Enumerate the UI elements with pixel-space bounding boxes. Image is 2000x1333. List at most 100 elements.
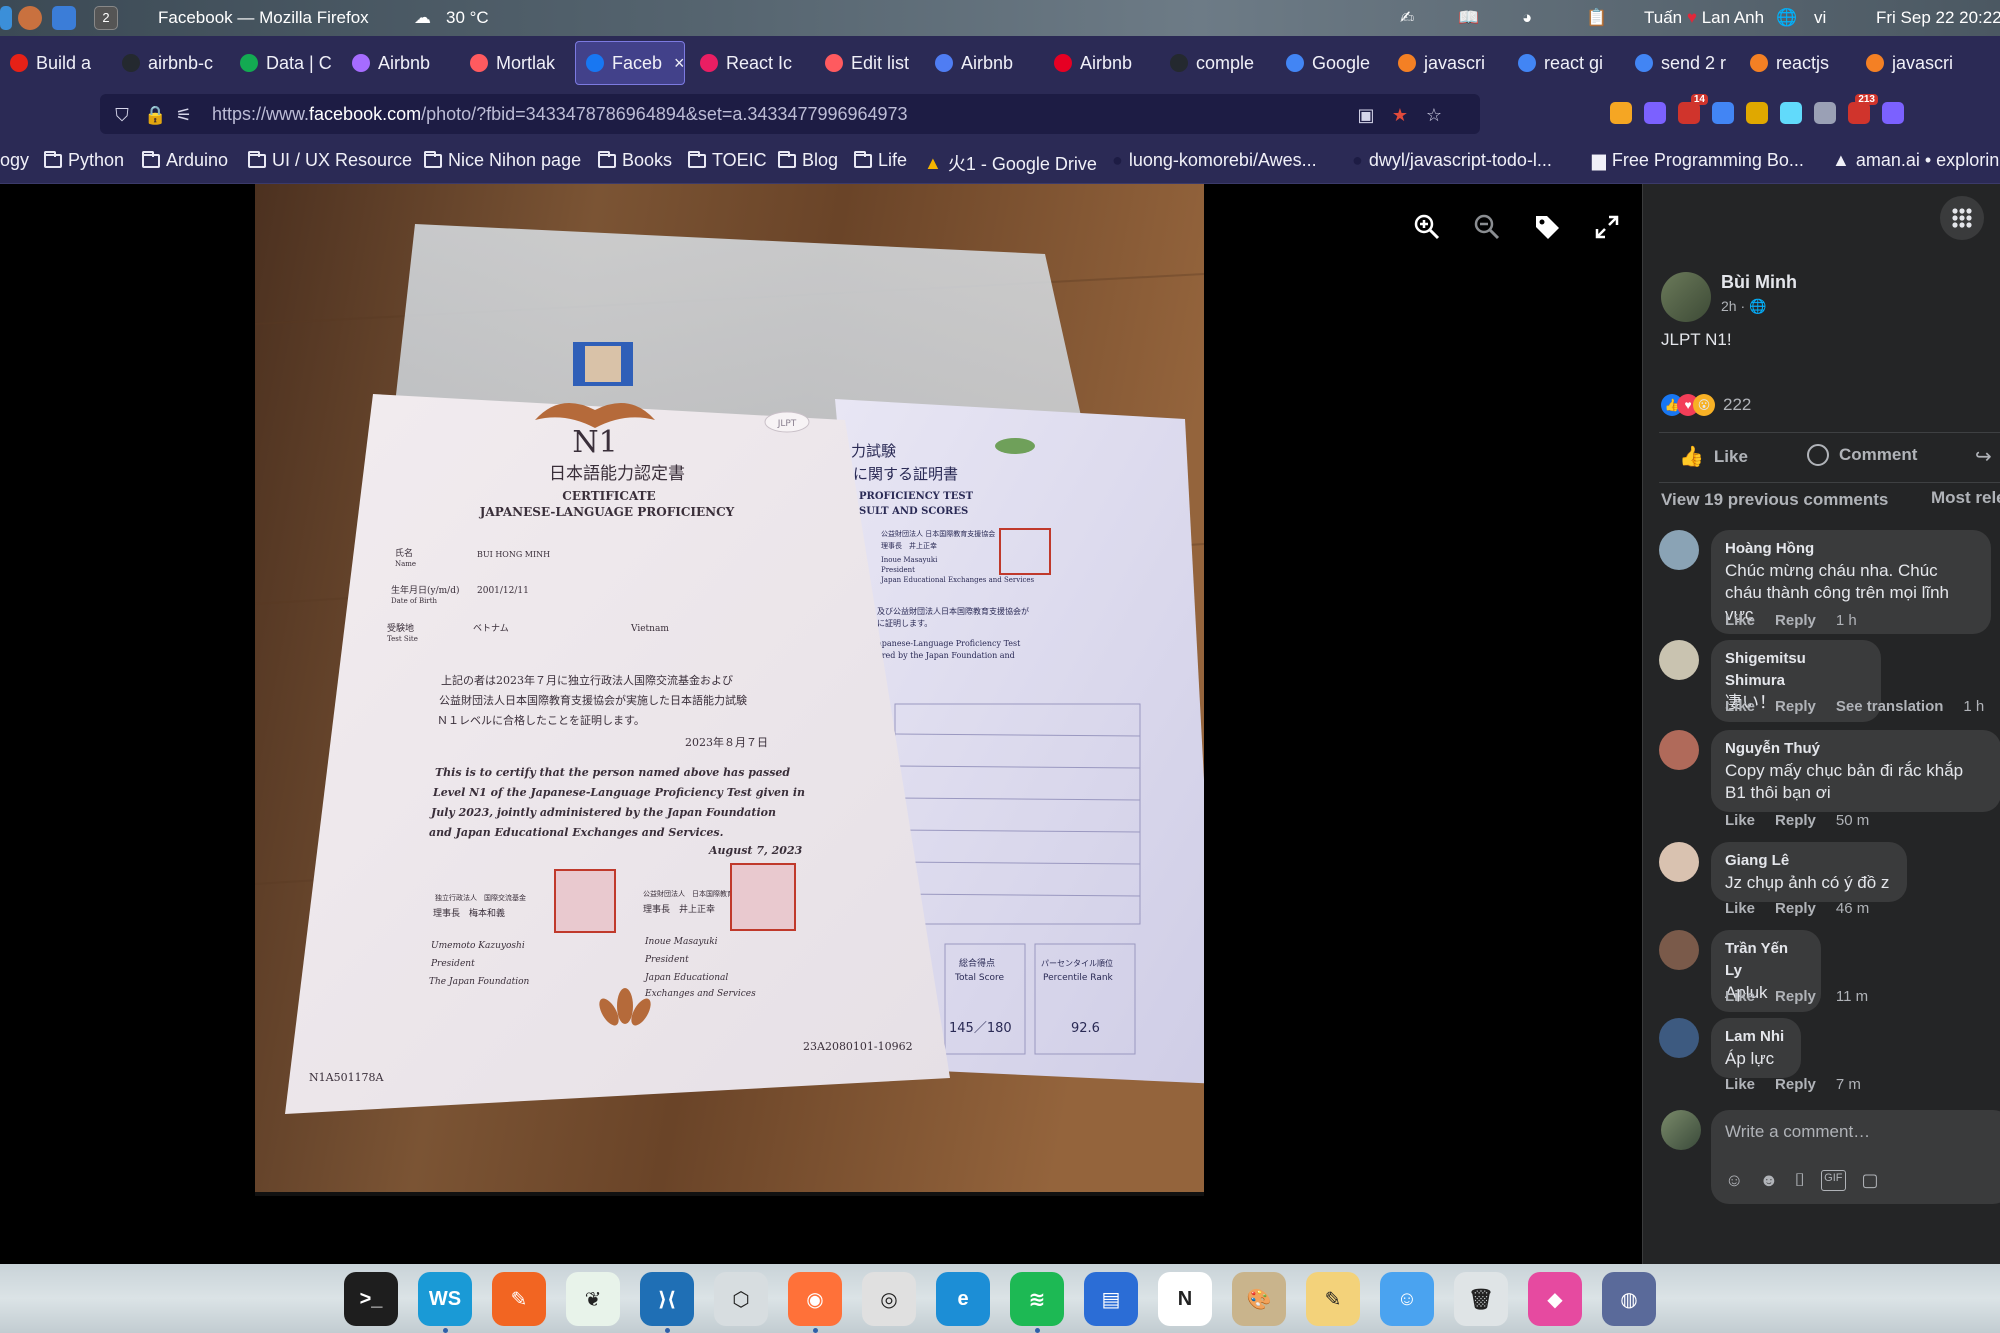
fullscreen-icon[interactable] <box>1592 212 1622 242</box>
tag-icon[interactable] <box>1532 212 1562 242</box>
cube-app[interactable]: ⬡ <box>714 1272 768 1326</box>
edge-app[interactable]: e <box>936 1272 990 1326</box>
commenter-name[interactable]: Lam Nhi <box>1725 1026 1787 1048</box>
clock[interactable]: Fri Sep 22 20:22 <box>1876 8 2000 28</box>
gif-icon[interactable]: GIF <box>1821 1170 1846 1191</box>
app-icon[interactable] <box>0 6 12 30</box>
pen-icon[interactable]: ✍ <box>1400 8 1414 28</box>
tab-close-icon[interactable]: × <box>674 53 684 74</box>
bookmark-item[interactable]: ● luong-komorebi/Awes... <box>1112 150 1317 171</box>
puzzle-icon[interactable] <box>1882 102 1904 124</box>
comment-sort-dropdown[interactable]: Most rele <box>1931 488 2000 508</box>
tab-8[interactable]: Airbnb <box>925 41 1039 85</box>
reader-view-icon[interactable]: ▣ <box>1356 105 1376 125</box>
tray-app-icon[interactable]: ◕ <box>1522 8 1532 28</box>
tab-1[interactable]: airbnb-c <box>112 41 224 85</box>
comment-reply-button[interactable]: Reply <box>1775 812 1816 829</box>
shield-icon[interactable]: ⛉ <box>112 105 132 125</box>
pocket-icon[interactable]: ★ <box>1390 105 1410 125</box>
post-time[interactable]: 2h · 🌐 <box>1721 298 1766 315</box>
flow-app[interactable]: ◆ <box>1528 1272 1582 1326</box>
comment-time[interactable]: 11 m <box>1836 988 1868 1005</box>
commenter-name[interactable]: Giang Lê <box>1725 850 1893 872</box>
finder-icon[interactable] <box>52 6 76 30</box>
comment-time[interactable]: 50 m <box>1836 812 1869 829</box>
adblock-icon[interactable]: 14 <box>1678 94 1708 124</box>
tab-3[interactable]: Airbnb <box>342 41 454 85</box>
tab-7[interactable]: Edit list <box>815 41 919 85</box>
notion-app[interactable]: N <box>1158 1272 1212 1326</box>
bookmark-item[interactable]: Arduino <box>142 150 228 171</box>
share-icon[interactable]: ↪ <box>1975 444 1992 469</box>
bookmark-item[interactable]: ▲ 火1 - Google Drive <box>924 150 1097 176</box>
bookmark-star-icon[interactable]: ☆ <box>1424 105 1444 125</box>
tab-6[interactable]: React Ic <box>690 41 810 85</box>
comment-like-button[interactable]: Like <box>1725 812 1755 829</box>
comment-time[interactable]: 7 m <box>1836 1076 1861 1093</box>
url-bar[interactable]: ⛉ 🔒 ⚟ https://www.facebook.com/photo/?fb… <box>100 94 1480 134</box>
commenter-avatar[interactable] <box>1659 930 1699 970</box>
comment-reply-button[interactable]: Reply <box>1775 698 1816 715</box>
bookmark-item[interactable]: Books <box>598 150 672 171</box>
user-status[interactable]: Tuấn ♥ Lan Anh <box>1644 8 1764 28</box>
globe-app[interactable]: ◍ <box>1602 1272 1656 1326</box>
h-extension-icon[interactable] <box>1644 102 1666 124</box>
tab-12[interactable]: javascri <box>1388 41 1502 85</box>
bookmark-item[interactable]: TOEIC <box>688 150 767 171</box>
translate-ext-icon[interactable] <box>1712 102 1734 124</box>
clipboard-icon[interactable]: 📋 <box>1586 8 1607 28</box>
tab-2[interactable]: Data | C <box>230 41 336 85</box>
zoom-out-icon[interactable] <box>1472 212 1502 242</box>
pencil-app-icon[interactable] <box>18 6 42 30</box>
chrome-app[interactable]: ◎ <box>862 1272 916 1326</box>
trash-app[interactable]: 🗑 <box>1454 1272 1508 1326</box>
commenter-name[interactable]: Shigemitsu Shimura <box>1725 648 1867 692</box>
x-extension-icon[interactable] <box>1746 102 1768 124</box>
bookmark-item[interactable]: ▲ aman.ai • explorin <box>1832 150 1999 171</box>
tab-16[interactable]: javascri <box>1856 41 1966 85</box>
url-text[interactable]: https://www.facebook.com/photo/?fbid=343… <box>212 104 908 125</box>
comment-time[interactable]: 1 h <box>1836 612 1857 629</box>
vscode-app[interactable]: ⟩⟨ <box>640 1272 694 1326</box>
menu-grid-button[interactable] <box>1940 196 1984 240</box>
react-devtools-icon[interactable] <box>1780 102 1802 124</box>
wrench-icon[interactable] <box>1610 102 1632 124</box>
bookmark-item[interactable]: Nice Nihon page <box>424 150 581 171</box>
comment-like-button[interactable]: Like <box>1725 1076 1755 1093</box>
paint-app[interactable]: 🎨 <box>1232 1272 1286 1326</box>
bookmark-item[interactable]: ● dwyl/javascript-todo-l... <box>1352 150 1552 171</box>
comment-time[interactable]: 1 h <box>1963 698 1984 715</box>
commenter-avatar[interactable] <box>1659 1018 1699 1058</box>
tab-5[interactable]: Faceb × <box>575 41 685 85</box>
tab-13[interactable]: react gi <box>1508 41 1620 85</box>
bookmark-item[interactable]: ogy <box>0 150 29 171</box>
books-app[interactable]: ▤ <box>1084 1272 1138 1326</box>
comment-like-button[interactable]: Like <box>1725 612 1755 629</box>
comment-input[interactable]: Write a comment… <box>1725 1122 1870 1142</box>
comment-time[interactable]: 46 m <box>1836 900 1869 917</box>
comment-like-button[interactable]: Like <box>1725 698 1755 715</box>
firefox-app[interactable]: ◉ <box>788 1272 842 1326</box>
zoom-in-icon[interactable] <box>1412 212 1442 242</box>
workspace-indicator[interactable]: 2 <box>94 6 118 30</box>
bookmark-item[interactable]: Python <box>44 150 124 171</box>
mongodb-compass-app[interactable]: ❦ <box>566 1272 620 1326</box>
comment-like-button[interactable]: Like <box>1725 988 1755 1005</box>
commenter-avatar[interactable] <box>1659 640 1699 680</box>
book-icon[interactable]: 📖 <box>1458 8 1479 28</box>
spotify-app[interactable]: ≋ <box>1010 1272 1064 1326</box>
pencil-app[interactable]: ✎ <box>492 1272 546 1326</box>
commenter-avatar[interactable] <box>1659 530 1699 570</box>
language-indicator[interactable]: vi <box>1814 8 1826 28</box>
notes-app[interactable]: ✎ <box>1306 1272 1360 1326</box>
bookmark-item[interactable]: Life <box>854 150 907 171</box>
commenter-name[interactable]: Trần Yến Ly <box>1725 938 1807 982</box>
tab-10[interactable]: comple <box>1160 41 1272 85</box>
comment-reply-button[interactable]: Reply <box>1775 1076 1816 1093</box>
comment-reply-button[interactable]: Reply <box>1775 988 1816 1005</box>
comment-reply-button[interactable]: Reply <box>1775 612 1816 629</box>
commenter-name[interactable]: Nguyễn Thuý <box>1725 738 1987 760</box>
webstorm-app[interactable]: WS <box>418 1272 472 1326</box>
comment-button[interactable]: Comment <box>1807 444 1917 466</box>
tab-11[interactable]: Google <box>1276 41 1382 85</box>
